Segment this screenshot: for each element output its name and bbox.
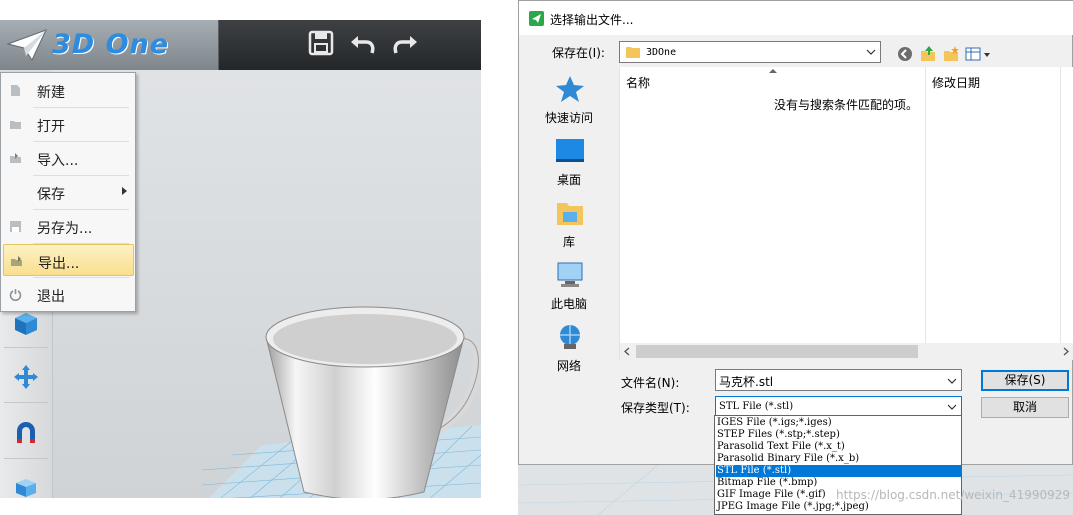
save-in-label: 保存在(I): [552,46,605,60]
import-icon [10,153,21,163]
places-bar: 快速访问 桌面 库 此电脑 网络 [519,67,619,373]
save-button[interactable]: 保存(S) [981,370,1069,391]
column-header-name[interactable]: 名称 [626,74,650,96]
filetype-option[interactable]: JPEG Image File (*.jpg;*.jpeg) [716,501,961,513]
menu-item-exit[interactable]: 退出 [3,278,132,311]
place-this-pc[interactable]: 此电脑 [519,261,619,317]
quick-access-icon [556,76,584,102]
place-label: 快速访问 [544,111,593,125]
place-library[interactable]: 库 [519,199,619,255]
library-icon [557,203,583,225]
chevron-down-icon[interactable] [947,378,957,384]
dialog-title: 选择输出文件... [550,13,634,27]
scroll-right-icon[interactable] [1063,347,1069,356]
place-quick-access[interactable]: 快速访问 [519,75,619,131]
scroll-thumb[interactable] [636,345,918,358]
watermark: https://blog.csdn.net/weixin_41990929 [836,488,1071,502]
view-menu-icon[interactable] [965,45,993,63]
scroll-left-icon[interactable] [624,347,630,356]
menu-item-export[interactable]: 导出... [3,244,134,276]
tool-separator [4,347,48,348]
column-header-date[interactable]: 修改日期 [932,74,980,96]
filetype-option[interactable]: Parasolid Text File (*.x_t) [716,441,961,453]
save-in-value: 3DOne [646,47,677,58]
place-network[interactable]: 网络 [519,323,619,379]
export-icon [11,256,22,266]
filetype-option[interactable]: STEP Files (*.stp;*.step) [716,429,961,441]
left-toolbar [0,305,53,498]
filetype-select[interactable]: STL File (*.stl) [715,396,962,417]
filename-label: 文件名(N): [621,376,680,390]
dialog-titlebar: 选择输出文件... [519,1,1073,35]
file-list[interactable]: 名称 修改日期 没有与搜索条件匹配的项。 [619,67,1073,360]
redo-icon[interactable] [390,28,420,58]
menu-item-save-as[interactable]: 另存为... [3,210,132,243]
submenu-arrow-icon [122,187,127,195]
save-as-icon [10,221,21,232]
place-label: 桌面 [556,173,581,187]
new-file-icon [11,85,20,96]
network-icon [560,325,580,349]
cancel-button[interactable]: 取消 [981,397,1069,418]
new-folder-icon[interactable] [942,45,960,63]
menu-item-new[interactable]: 新建 [3,74,132,107]
place-desktop[interactable]: 桌面 [519,137,619,193]
box-tool-icon[interactable] [10,471,42,498]
menu-item-label: 打开 [37,119,65,135]
menu-item-label: 新建 [37,85,65,101]
sort-ascending-icon [769,69,777,73]
power-icon [9,289,22,301]
tool-separator [4,402,48,403]
save-dialog: 选择输出文件... 保存在(I): 3DOne 快速访问 桌面 库 此电脑 网络… [518,0,1073,465]
back-icon[interactable] [896,45,914,63]
filename-input[interactable]: 马克杯.stl [715,369,962,391]
file-menu: 新建 打开 导入... 保存 另存为... 导出... 退出 [0,72,136,312]
filetype-option-selected[interactable]: STL File (*.stl) [716,465,961,477]
filetype-option[interactable]: IGES File (*.igs;*.iges) [716,417,961,429]
folder-icon [626,47,640,58]
chevron-down-icon[interactable] [947,404,957,410]
dialog-app-icon [529,11,544,26]
empty-message: 没有与搜索条件匹配的项。 [774,98,919,112]
undo-icon[interactable] [348,28,378,58]
open-folder-icon [10,121,21,129]
place-label: 网络 [556,359,581,373]
filename-value: 马克杯.stl [719,375,774,389]
paper-plane-icon [6,29,47,62]
magnet-tool-icon[interactable] [10,417,42,449]
app-window: 3D One 新建 打开 导入... 保存 另存为... 导出... 退出 [0,20,481,498]
chevron-down-icon [866,49,876,55]
app-logo-text: 3D One [52,29,170,60]
menu-item-save[interactable]: 保存 [3,176,132,209]
filetype-value: STL File (*.stl) [719,401,794,412]
this-pc-icon [557,262,583,287]
save-dialog-area: 选择输出文件... 保存在(I): 3DOne 快速访问 桌面 库 此电脑 网络… [518,0,1073,515]
column-separator[interactable] [925,67,926,343]
up-folder-icon[interactable] [919,45,937,63]
tool-separator [4,458,48,459]
save-icon[interactable] [306,28,336,58]
place-label: 此电脑 [550,297,587,311]
menu-item-label: 导入... [37,153,79,169]
place-label: 库 [562,235,575,249]
column-separator[interactable] [1060,67,1061,343]
save-in-combo[interactable]: 3DOne [619,41,881,63]
top-toolbar: 3D One [0,20,481,70]
menu-item-label: 另存为... [37,221,93,237]
horizontal-scrollbar[interactable] [620,343,1073,360]
menu-item-import[interactable]: 导入... [3,142,132,175]
menu-item-label: 退出 [37,289,65,305]
move-tool-icon[interactable] [10,361,42,393]
filetype-option[interactable]: Parasolid Binary File (*.x_b) [716,453,961,465]
menu-item-label: 导出... [38,256,80,272]
filetype-label: 保存类型(T): [621,401,690,415]
menu-item-label: 保存 [37,187,65,203]
app-logo[interactable]: 3D One [0,20,219,70]
menu-item-open[interactable]: 打开 [3,108,132,141]
mug-model[interactable] [264,302,481,498]
desktop-icon [556,139,584,162]
